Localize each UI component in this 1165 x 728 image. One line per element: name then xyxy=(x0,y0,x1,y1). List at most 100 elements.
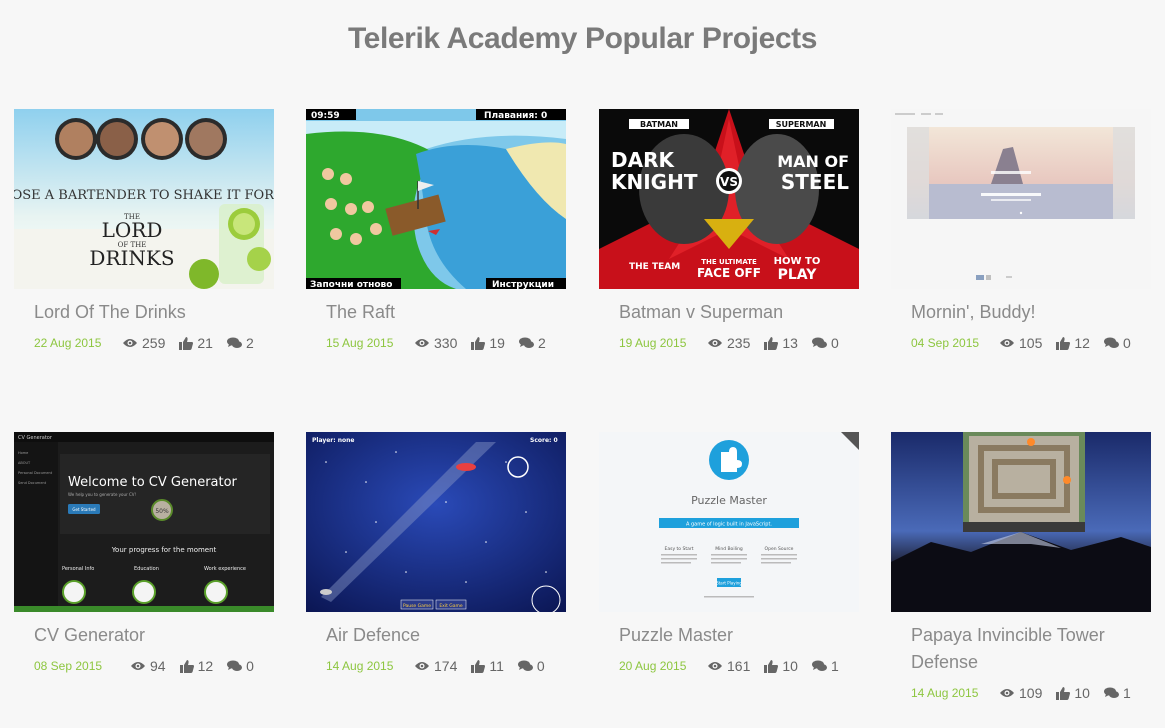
thumb-col-easy: Easy to Start xyxy=(665,546,694,552)
comments-icon xyxy=(1103,687,1119,698)
raft-game-thumbnail-image: 09:59 Плавания: 0 Започни отново Инструк… xyxy=(306,109,566,289)
project-title[interactable]: Puzzle Master xyxy=(599,622,861,649)
project-thumbnail[interactable]: CHOOSE A BARTENDER TO SHAKE IT FOR YOU T… xyxy=(14,109,274,289)
puzzle-master-thumbnail-image: Puzzle Master A game of logic built in J… xyxy=(599,432,859,612)
thumb-play: PLAY xyxy=(778,267,818,283)
thumbs-up-icon xyxy=(179,659,194,673)
cv-generator-thumbnail-image: CV Generator Home ABOUT Personal Documen… xyxy=(14,432,274,612)
comments-stat: 2 xyxy=(518,335,546,351)
thumb-get-started: Get Started xyxy=(72,507,96,512)
thumb-vs: VS xyxy=(720,175,738,189)
project-thumbnail[interactable] xyxy=(891,109,1151,289)
thumb-exit: Exit Game xyxy=(439,603,463,609)
thumb-left-name: BATMAN xyxy=(640,120,678,129)
eye-icon xyxy=(123,339,137,347)
eye-icon xyxy=(1000,339,1014,347)
likes-stat: 12 xyxy=(179,658,213,674)
eye-icon xyxy=(415,662,429,670)
project-date: 14 Aug 2015 xyxy=(326,659,394,673)
eye-icon xyxy=(1000,689,1014,697)
views-count: 174 xyxy=(434,658,458,674)
thumb-progress: Your progress for the moment xyxy=(111,546,217,554)
project-date: 19 Aug 2015 xyxy=(619,336,687,350)
views-stat: 94 xyxy=(130,658,166,674)
thumb-right-line2: STEEL xyxy=(781,170,849,194)
project-title[interactable]: The Raft xyxy=(306,299,568,326)
thumb-right-line1: MAN OF xyxy=(777,152,849,171)
thumb-faceoff: FACE OFF xyxy=(697,266,761,280)
project-card: Puzzle Master A game of logic built in J… xyxy=(599,432,861,675)
project-title[interactable]: Air Defence xyxy=(306,622,568,649)
thumb-nav-personal: Personal Document xyxy=(18,471,53,475)
views-stat: 174 xyxy=(414,658,457,674)
likes-stat: 13 xyxy=(764,335,798,351)
thumb-col-work: Work experience xyxy=(204,566,246,572)
thumb-score: Score: 0 xyxy=(530,437,558,444)
likes-count: 11 xyxy=(489,658,504,674)
project-meta: 14 Aug 2015 109 10 1 xyxy=(891,684,1153,702)
likes-stat: 19 xyxy=(471,335,505,351)
mornin-buddy-thumbnail-image xyxy=(891,109,1151,289)
eye-icon xyxy=(131,662,145,670)
project-title[interactable]: CV Generator xyxy=(14,622,276,649)
project-meta: 08 Sep 2015 94 12 0 xyxy=(14,657,276,675)
thumb-player: Player: none xyxy=(312,437,354,444)
project-thumbnail[interactable]: Puzzle Master A game of logic built in J… xyxy=(599,432,859,612)
thumb-pause: Pause Game xyxy=(403,603,431,609)
batman-superman-thumbnail-image: BATMAN SUPERMAN DARK KNIGHT MAN OF STEEL… xyxy=(599,109,859,289)
project-meta: 15 Aug 2015 330 19 2 xyxy=(306,334,568,352)
thumb-percent: 50% xyxy=(155,508,169,515)
project-thumbnail[interactable] xyxy=(891,432,1151,612)
comments-count: 0 xyxy=(830,335,839,351)
project-meta: 14 Aug 2015 174 11 0 xyxy=(306,657,568,675)
project-thumbnail[interactable]: Player: none Score: 0 Pause Game Exit Ga… xyxy=(306,432,566,612)
likes-stat: 21 xyxy=(179,335,213,351)
thumbs-up-icon xyxy=(1056,686,1071,700)
thumb-headline: CHOOSE A BARTENDER TO SHAKE IT FOR YOU xyxy=(14,188,274,203)
project-title[interactable]: Lord Of The Drinks xyxy=(14,299,276,326)
tower-defense-thumbnail-image xyxy=(891,432,1151,612)
thumbs-up-icon xyxy=(764,336,779,350)
likes-count: 21 xyxy=(197,335,213,351)
project-title[interactable]: Mornin', Buddy! xyxy=(891,299,1153,326)
comments-count: 2 xyxy=(537,335,546,351)
project-card: BATMAN SUPERMAN DARK KNIGHT MAN OF STEEL… xyxy=(599,109,861,352)
comments-count: 0 xyxy=(246,658,254,674)
project-thumbnail[interactable]: CV Generator Home ABOUT Personal Documen… xyxy=(14,432,274,612)
thumb-team: THE TEAM xyxy=(629,262,680,272)
project-thumbnail[interactable]: BATMAN SUPERMAN DARK KNIGHT MAN OF STEEL… xyxy=(599,109,859,289)
air-defence-thumbnail-image: Player: none Score: 0 Pause Game Exit Ga… xyxy=(306,432,566,612)
project-thumbnail[interactable]: 09:59 Плавания: 0 Започни отново Инструк… xyxy=(306,109,566,289)
comments-count: 1 xyxy=(830,658,839,674)
comments-stat: 0 xyxy=(811,335,839,351)
thumb-nav-send: Send Document xyxy=(18,481,47,485)
comments-count: 2 xyxy=(245,335,254,351)
comments-count: 0 xyxy=(1122,335,1131,351)
likes-stat: 10 xyxy=(1056,685,1090,701)
views-count: 161 xyxy=(727,658,751,674)
likes-count: 13 xyxy=(782,335,798,351)
project-title[interactable]: Batman v Superman xyxy=(599,299,861,326)
project-date: 04 Sep 2015 xyxy=(911,336,980,350)
comments-icon xyxy=(517,660,533,671)
project-date: 22 Aug 2015 xyxy=(34,336,102,350)
thumbs-up-icon xyxy=(179,336,194,350)
project-card: 09:59 Плавания: 0 Започни отново Инструк… xyxy=(306,109,568,352)
project-date: 15 Aug 2015 xyxy=(326,336,394,350)
comments-icon xyxy=(1103,337,1119,348)
thumb-brand: CV Generator xyxy=(18,435,53,441)
eye-icon xyxy=(708,662,722,670)
page-title: Telerik Academy Popular Projects xyxy=(347,22,818,55)
views-count: 105 xyxy=(1019,335,1043,351)
project-meta: 20 Aug 2015 161 10 1 xyxy=(599,657,861,675)
project-title[interactable]: Papaya Invincible Tower Defense xyxy=(891,622,1153,676)
project-card: Papaya Invincible Tower Defense 14 Aug 2… xyxy=(891,432,1153,702)
thumb-col-personal: Personal Info xyxy=(62,566,94,572)
comments-stat: 1 xyxy=(1103,685,1131,701)
views-count: 109 xyxy=(1019,685,1043,701)
views-stat: 105 xyxy=(999,335,1042,351)
thumb-right-name: SUPERMAN xyxy=(776,120,827,129)
project-card: CHOOSE A BARTENDER TO SHAKE IT FOR YOU T… xyxy=(14,109,276,352)
likes-stat: 11 xyxy=(471,658,504,674)
project-date: 20 Aug 2015 xyxy=(619,659,687,673)
